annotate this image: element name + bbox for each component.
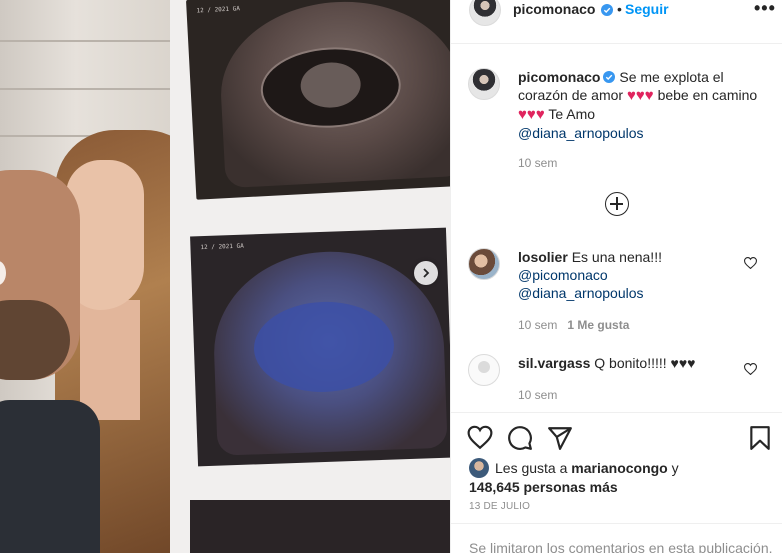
share-icon[interactable] <box>547 425 573 451</box>
comment-meta: 10 sem <box>518 388 557 402</box>
comments-limited-notice: Se limitaron los comentarios en esta pub… <box>451 523 782 553</box>
liker-username[interactable]: marianocongo <box>571 460 667 476</box>
man-shirt <box>0 400 100 553</box>
post-details-panel: picomonaco • Seguir ••• picomonaco Se me… <box>450 0 782 553</box>
heart-emoji: ♥♥♥ <box>626 87 654 104</box>
post-date[interactable]: 13 DE JULIO <box>469 501 530 512</box>
comment-mention[interactable]: @picomonaco <box>518 267 608 283</box>
woman-neck <box>80 300 140 420</box>
post-photo[interactable]: 12 / 2021 GA 12 / 2021 GA <box>0 0 450 553</box>
comment-text: Es una nena!!! <box>571 249 662 265</box>
likes-summary: Les gusta a marianocongo y 148,645 perso… <box>469 458 759 496</box>
likes-count[interactable]: 148,645 personas más <box>469 479 618 495</box>
add-comment-icon[interactable] <box>605 192 629 216</box>
caption-author-avatar[interactable] <box>468 68 500 100</box>
ultrasound-label: 12 / 2021 GA <box>200 242 244 252</box>
comment-icon[interactable] <box>507 425 533 451</box>
ultrasound-image-2: 12 / 2021 GA <box>190 227 450 467</box>
comment-likes[interactable]: 1 Me gusta <box>567 318 629 332</box>
post-caption: picomonaco Se me explota el corazón de a… <box>518 68 768 142</box>
comment-mention[interactable]: @diana_arnopoulos <box>518 285 644 301</box>
liker-avatar[interactable] <box>469 458 489 478</box>
like-icon[interactable] <box>467 425 493 451</box>
ultrasound-label: 12 / 2021 GA <box>196 5 241 15</box>
wall-plank <box>0 88 190 90</box>
caption-mention[interactable]: @diana_arnopoulos <box>518 125 644 141</box>
post-actions-bar <box>451 412 782 464</box>
heart-emoji: ♥♥♥ <box>670 355 696 371</box>
comment-username[interactable]: sil.vargass <box>518 355 590 371</box>
follow-button[interactable]: Seguir <box>625 1 669 17</box>
more-options-icon[interactable]: ••• <box>754 0 776 19</box>
comment-meta: 10 sem 1 Me gusta <box>518 318 629 332</box>
comment-time[interactable]: 10 sem <box>518 318 557 332</box>
caption-time[interactable]: 10 sem <box>518 156 557 170</box>
comment-username[interactable]: losolier <box>518 249 568 265</box>
verified-badge-icon <box>603 71 616 83</box>
comment-text: Q bonito!!!!! <box>594 355 667 371</box>
wall-plank <box>0 40 190 42</box>
caption-text: bebe en camino <box>657 87 758 103</box>
chevron-right-icon <box>423 268 430 278</box>
caption-text: Te Amo <box>548 106 596 122</box>
caption-username[interactable]: picomonaco <box>518 69 600 85</box>
post-header: picomonaco • Seguir ••• <box>451 0 782 44</box>
author-username[interactable]: picomonaco <box>513 1 595 17</box>
comment-like-icon[interactable] <box>744 257 757 269</box>
commenter-avatar[interactable] <box>468 248 500 280</box>
next-photo-button[interactable] <box>414 261 438 285</box>
comment-item: losolier Es una nena!!! @picomonaco @dia… <box>518 248 748 302</box>
heart-emoji: ♥♥♥ <box>518 106 545 123</box>
author-avatar[interactable] <box>469 0 501 26</box>
verified-badge-icon <box>601 4 613 16</box>
likes-prefix: Les gusta a <box>495 460 568 476</box>
header-separator: • <box>617 1 622 17</box>
likes-connector: y <box>671 460 679 476</box>
ultrasound-image-3 <box>190 500 450 553</box>
ultrasound-image-1: 12 / 2021 GA <box>186 0 450 200</box>
comment-time[interactable]: 10 sem <box>518 388 557 402</box>
comment-like-icon[interactable] <box>744 363 757 375</box>
comment-item: sil.vargass Q bonito!!!!! ♥♥♥ <box>518 354 748 372</box>
save-icon[interactable] <box>747 425 773 451</box>
commenter-avatar[interactable] <box>468 354 500 386</box>
